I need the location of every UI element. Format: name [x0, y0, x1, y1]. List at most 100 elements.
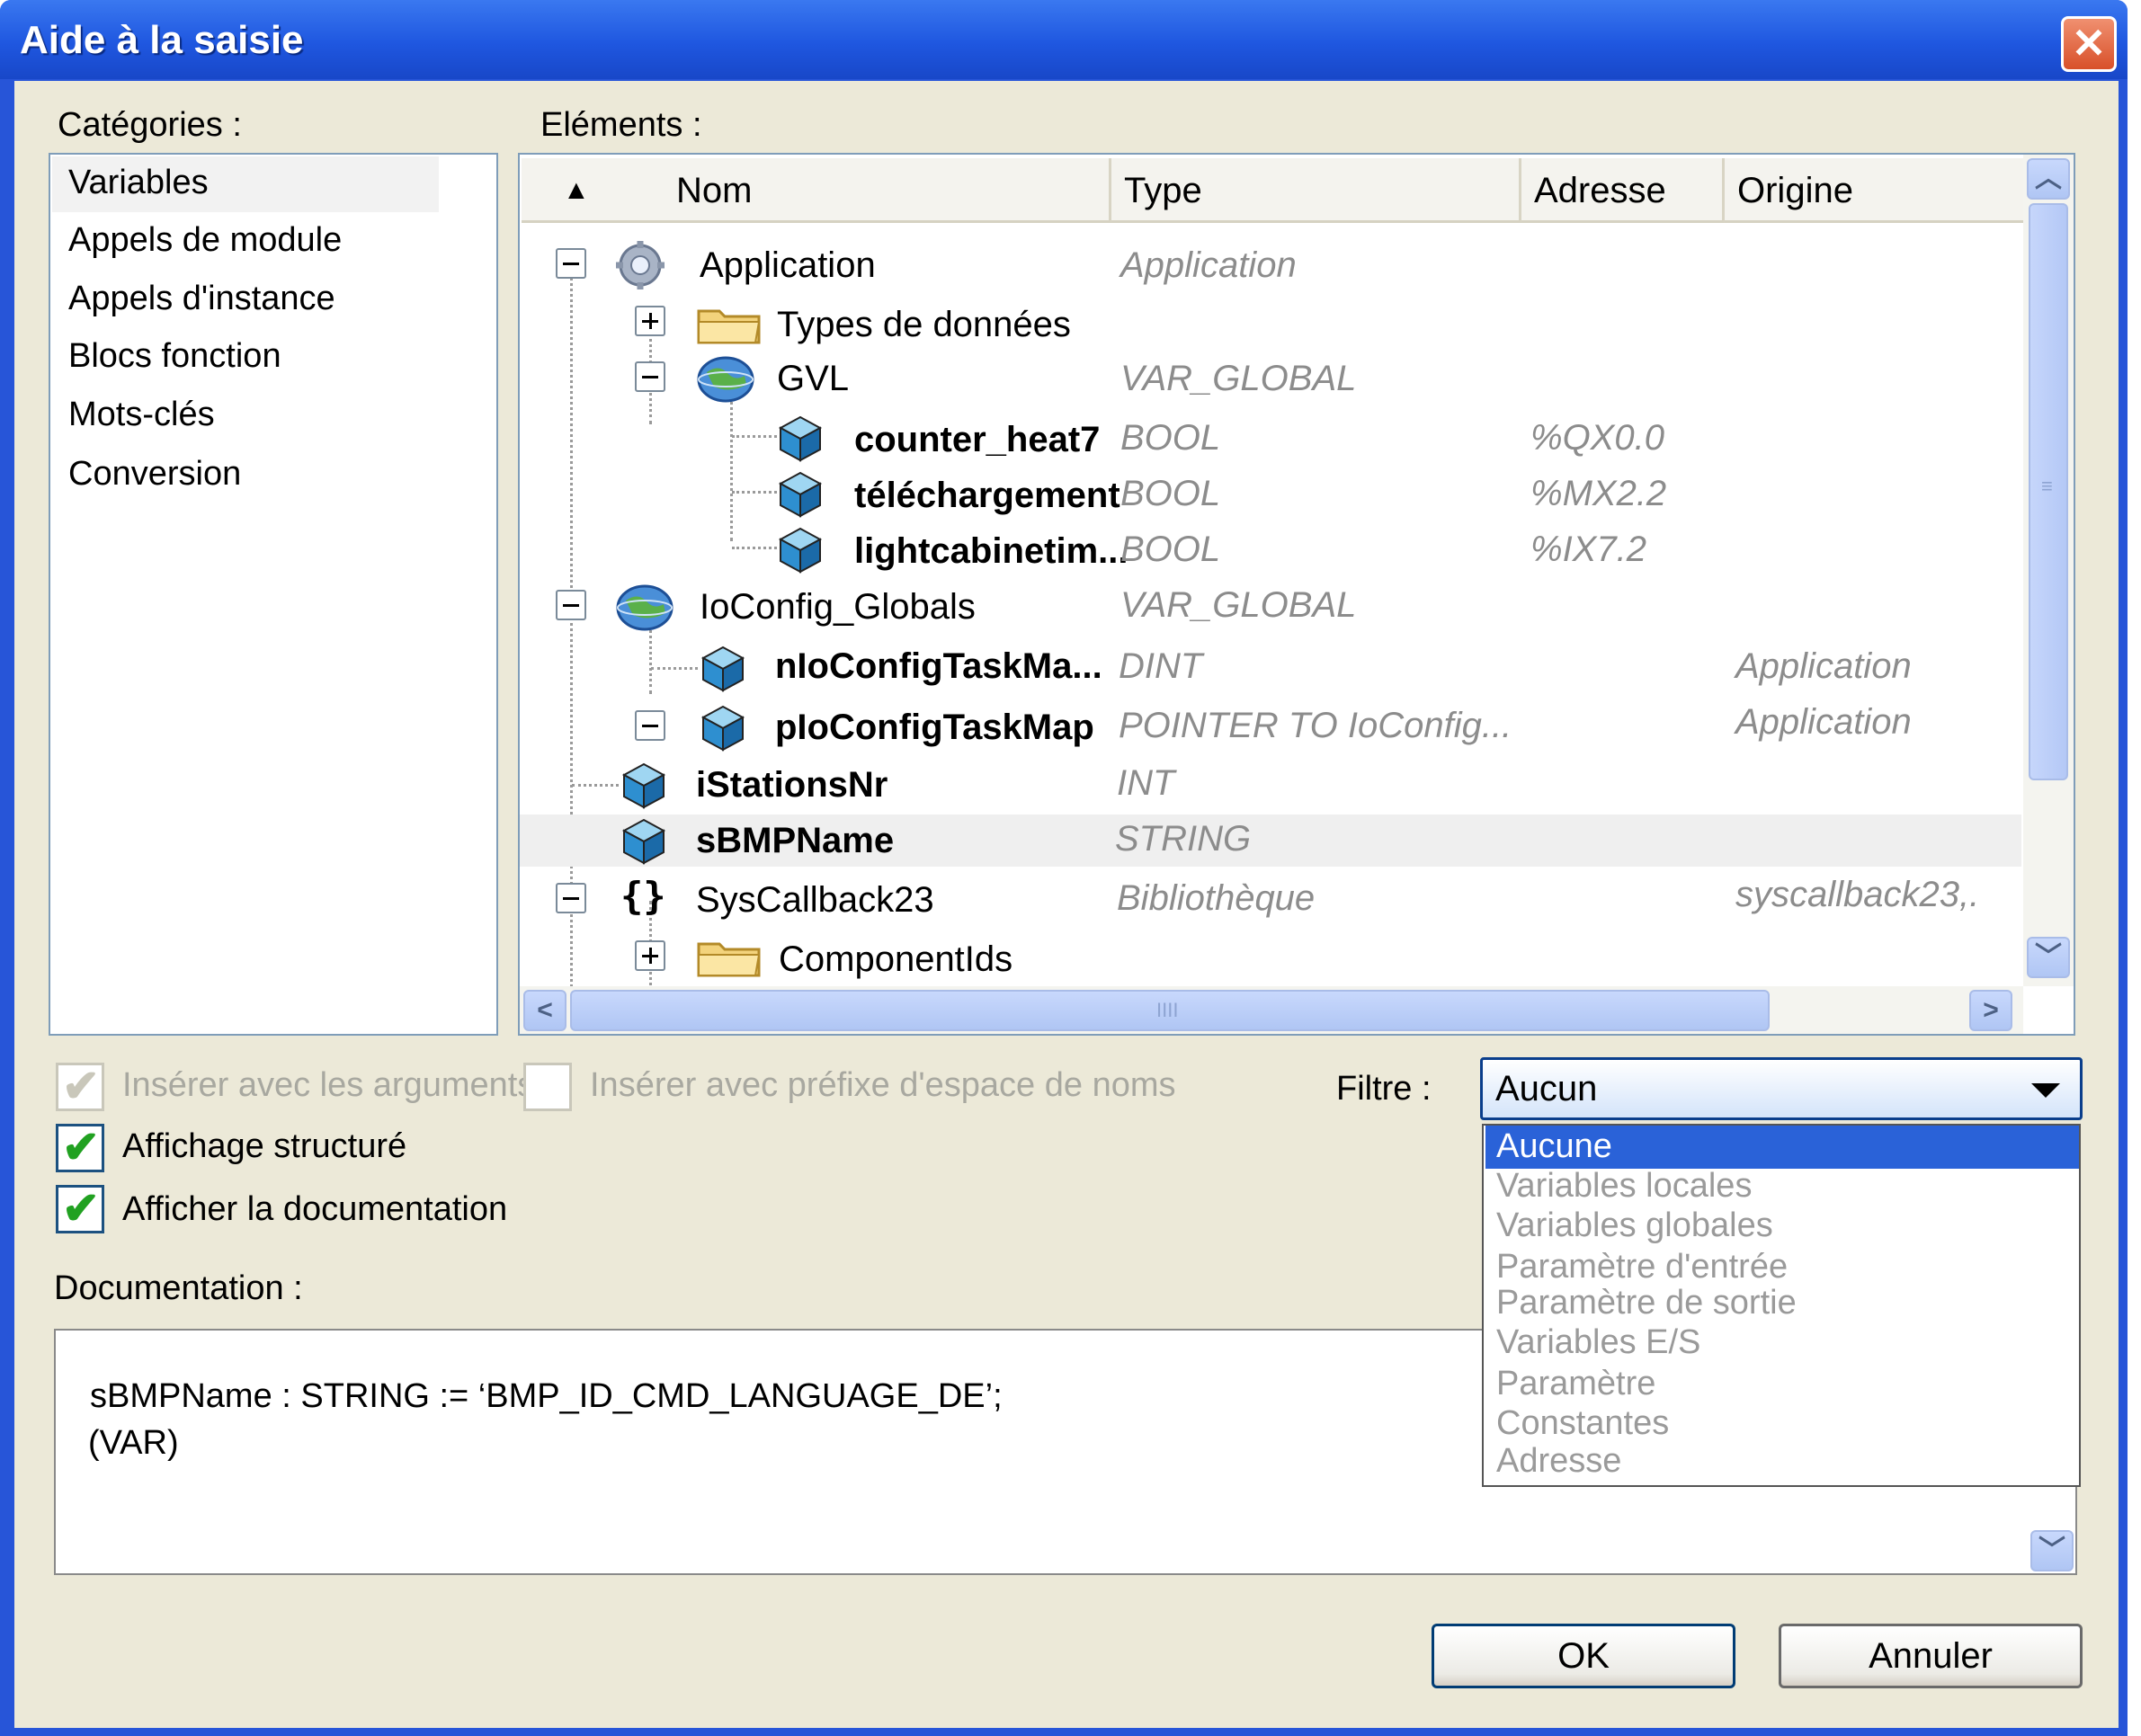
tree-row-type: VAR_GLOBAL: [1120, 585, 1357, 625]
filter-option-parametre-sortie[interactable]: Paramètre de sortie: [1496, 1284, 1797, 1322]
checkmark-icon: ✔: [62, 1061, 100, 1111]
close-button[interactable]: ✕: [2061, 16, 2117, 72]
structured-view-checkbox[interactable]: ✔: [56, 1122, 104, 1172]
filter-option-variables-es[interactable]: Variables E/S: [1496, 1323, 1700, 1362]
tree-row[interactable]: counter_heat7 BOOL %QX0.0: [520, 410, 2021, 464]
categories-list[interactable]: Variables Appels de module Appels d'inst…: [49, 153, 498, 1036]
braces-icon: {}: [620, 874, 666, 918]
variable-icon: [778, 527, 823, 574]
column-header-name-label: Nom: [676, 171, 753, 210]
scroll-left-button[interactable]: <: [523, 990, 566, 1031]
tree-row-type: POINTER TO IoConfig...: [1119, 706, 1512, 745]
collapse-icon[interactable]: [635, 710, 665, 741]
column-header-address[interactable]: Adresse: [1521, 158, 1725, 223]
tree-row-origin: Application: [1735, 702, 1912, 742]
category-item-conversion[interactable]: Conversion: [68, 455, 241, 494]
collapse-icon[interactable]: [635, 361, 665, 392]
scroll-up-button[interactable]: ︿: [2027, 158, 2070, 200]
filter-label: Filtre :: [1336, 1070, 1432, 1108]
tree-row[interactable]: ComponentIds: [520, 930, 2021, 984]
documentation-line: (VAR): [88, 1424, 179, 1462]
tree-row-name: SysCallback23: [696, 880, 934, 920]
horizontal-scrollbar[interactable]: < IIII >: [520, 986, 2023, 1034]
variable-icon: [778, 471, 823, 518]
tree-row-name: ComponentIds: [779, 939, 1013, 979]
tree-row-type: INT: [1117, 763, 1175, 803]
filter-option-parametre-entree[interactable]: Paramètre d'entrée: [1496, 1248, 1788, 1286]
tree-row-name: iStationsNr: [696, 765, 888, 805]
tree-row-name: IoConfig_Globals: [700, 587, 976, 627]
column-header-name[interactable]: ▲ Nom: [522, 158, 1111, 223]
tree-row[interactable]: GVL VAR_GLOBAL: [520, 351, 2021, 405]
filter-option-parametre[interactable]: Paramètre: [1496, 1365, 1655, 1403]
tree-row-address: %QX0.0: [1530, 418, 1664, 458]
vertical-scroll-thumb[interactable]: ≡: [2029, 203, 2068, 780]
tree-row-selected[interactable]: sBMPName STRING: [520, 815, 2021, 868]
column-header-origin[interactable]: Origine: [1725, 158, 2023, 223]
tree-row[interactable]: lightcabinetim... BOOL %IX7.2: [520, 521, 2021, 575]
tree-row[interactable]: téléchargement BOOL %MX2.2: [520, 466, 2021, 520]
tree-row-address: %IX7.2: [1530, 530, 1646, 569]
tree-row[interactable]: IoConfig_Globals VAR_GLOBAL: [520, 581, 2021, 635]
filter-dropdown[interactable]: Aucun: [1480, 1057, 2083, 1120]
elements-tree[interactable]: ▲ Nom Type Adresse Origine Application A…: [518, 153, 2075, 1036]
collapse-icon[interactable]: [556, 248, 586, 279]
show-doc-checkbox[interactable]: ✔: [56, 1183, 104, 1233]
insert-namespace-checkbox[interactable]: [523, 1063, 572, 1111]
documentation-line: sBMPName : STRING := ‘BMP_ID_CMD_LANGUAG…: [90, 1377, 1003, 1415]
expand-icon[interactable]: [635, 306, 665, 336]
filter-option-variables-locales[interactable]: Variables locales: [1496, 1167, 1752, 1206]
category-item-appels-instance[interactable]: Appels d'instance: [68, 280, 335, 318]
cancel-button[interactable]: Annuler: [1779, 1624, 2083, 1688]
gear-icon: [616, 241, 665, 289]
doc-scroll-down-button[interactable]: ﹀: [2030, 1530, 2074, 1571]
show-doc-label: Afficher la documentation: [122, 1190, 508, 1228]
category-item-blocs-fonction[interactable]: Blocs fonction: [68, 337, 281, 376]
tree-row-name: sBMPName: [696, 821, 895, 860]
tree-row[interactable]: iStationsNr INT: [520, 757, 2021, 811]
tree-row-type: Application: [1120, 245, 1297, 285]
folder-icon: [697, 942, 761, 977]
filter-option-constantes[interactable]: Constantes: [1496, 1404, 1669, 1443]
collapse-icon[interactable]: [556, 883, 586, 913]
tree-row[interactable]: {} SysCallback23 Bibliothèque syscallbac…: [520, 872, 2021, 926]
tree-row-type: BOOL: [1120, 474, 1221, 513]
tree-row-name: lightcabinetim...: [854, 531, 1128, 571]
documentation-label: Documentation :: [54, 1269, 303, 1307]
expand-icon[interactable]: [635, 940, 665, 971]
filter-options-list[interactable]: Aucune Variables locales Variables globa…: [1482, 1124, 2081, 1487]
tree-row-type: STRING: [1115, 819, 1252, 859]
tree-row[interactable]: nIoConfigTaskMa... DINT Application: [520, 640, 2021, 694]
variable-icon: [700, 705, 745, 752]
category-item-appels-module[interactable]: Appels de module: [68, 221, 342, 260]
collapse-icon[interactable]: [556, 590, 586, 620]
scroll-down-button[interactable]: ﹀: [2027, 937, 2070, 978]
variable-icon: [621, 762, 666, 809]
globe-icon: [697, 356, 754, 403]
sort-ascending-icon: ▲: [563, 175, 590, 205]
tree-row-address: %MX2.2: [1530, 474, 1667, 513]
tree-row-name: téléchargement: [854, 476, 1120, 515]
column-header-type[interactable]: Type: [1111, 158, 1521, 223]
folder-icon: [697, 309, 761, 344]
tree-row-origin: syscallback23,.: [1735, 875, 1980, 914]
tree-row-type: BOOL: [1120, 418, 1221, 458]
ok-button[interactable]: OK: [1432, 1624, 1735, 1688]
tree-row[interactable]: pIoConfigTaskMap POINTER TO IoConfig... …: [520, 699, 2021, 753]
category-item-variables[interactable]: Variables: [68, 164, 209, 202]
tree-row-name: GVL: [777, 359, 850, 398]
dialog-window: Aide à la saisie ✕ Catégories : Eléments…: [0, 0, 2128, 1736]
category-item-mots-cles[interactable]: Mots-clés: [68, 396, 215, 434]
checkmark-icon: ✔: [62, 1183, 100, 1233]
scroll-right-button[interactable]: >: [1969, 990, 2012, 1031]
tree-row[interactable]: Types de données: [520, 295, 2021, 349]
tree-row-type: DINT: [1119, 646, 1203, 686]
tree-row[interactable]: Application Application: [520, 237, 2021, 291]
filter-option-adresse[interactable]: Adresse: [1496, 1442, 1621, 1481]
filter-option-variables-globales[interactable]: Variables globales: [1496, 1206, 1773, 1245]
filter-option-aucune[interactable]: Aucune: [1496, 1127, 1612, 1166]
horizontal-scroll-thumb[interactable]: IIII: [570, 990, 1770, 1031]
title-bar[interactable]: Aide à la saisie ✕: [0, 0, 2128, 79]
vertical-scrollbar[interactable]: ︿ ≡ ﹀: [2023, 155, 2074, 986]
insert-args-checkbox[interactable]: ✔: [56, 1061, 104, 1111]
